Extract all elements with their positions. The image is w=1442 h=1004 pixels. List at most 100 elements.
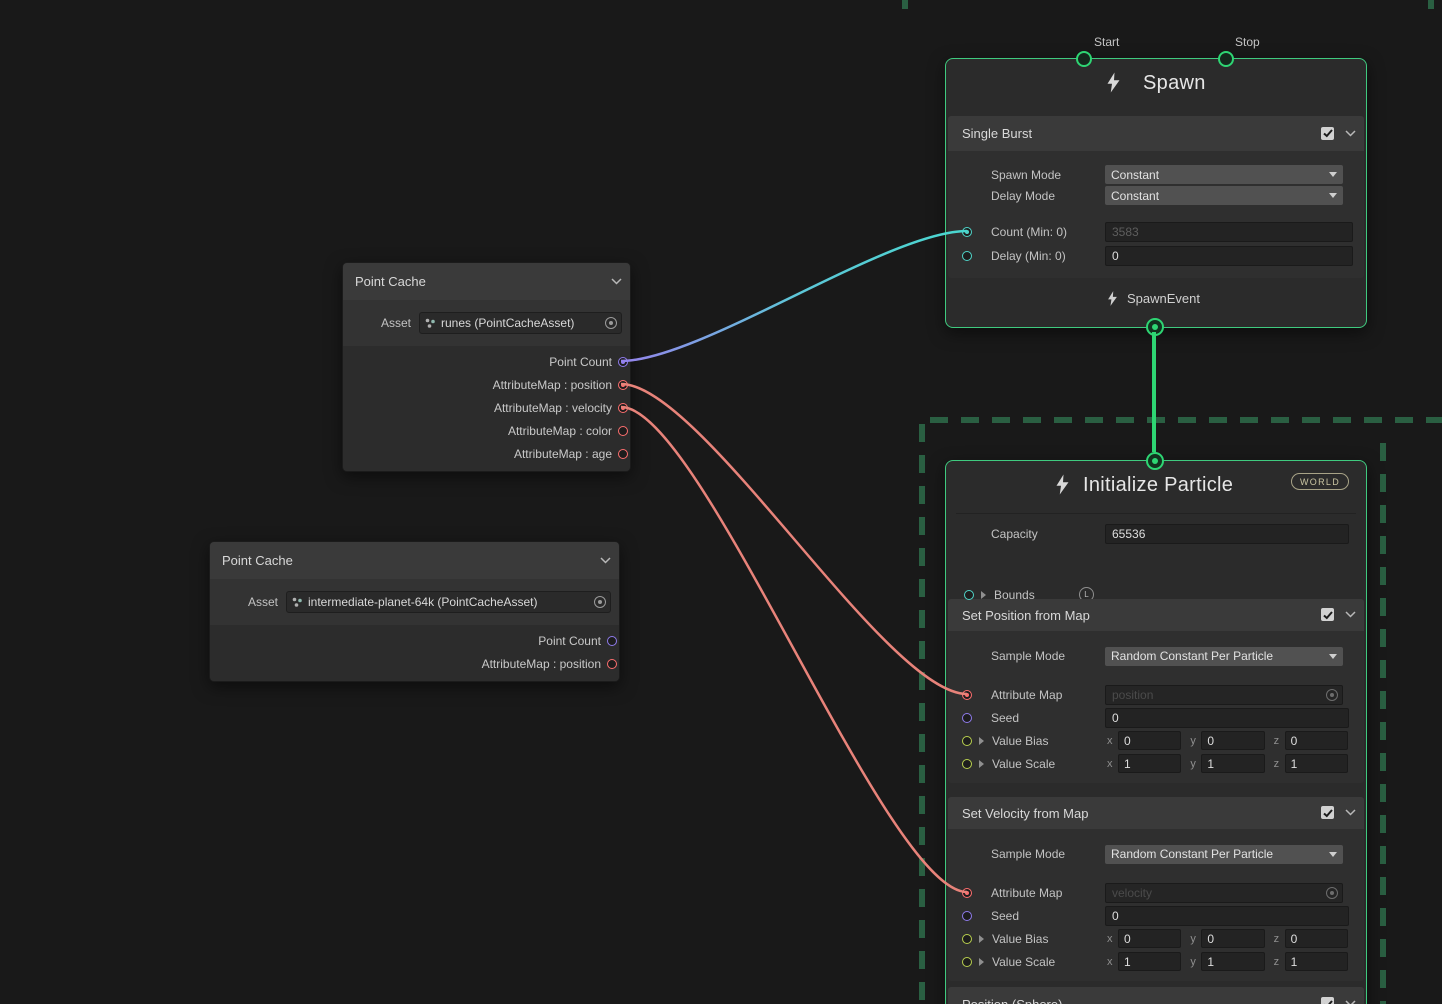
delay-mode-dropdown[interactable]: Constant	[1105, 186, 1343, 205]
x-field[interactable]: 1	[1118, 754, 1181, 773]
sample-mode-dropdown[interactable]: Random Constant Per Particle	[1105, 845, 1343, 864]
block-enabled-checkbox[interactable]	[1321, 806, 1334, 819]
capacity-field[interactable]: 65536	[1105, 524, 1349, 544]
asset-object-field[interactable]: runes (PointCacheAsset)	[419, 312, 622, 334]
value-bias-input-port[interactable]	[962, 736, 972, 746]
point-cache-planet-node[interactable]: Point Cache Asset intermediate-planet-64…	[209, 541, 620, 682]
z-field[interactable]: 0	[1285, 731, 1348, 750]
point-cache-runes-node[interactable]: Point Cache Asset runes (PointCacheAsset…	[342, 262, 631, 472]
node-title: Spawn	[1143, 72, 1206, 95]
block-enabled-checkbox[interactable]	[1321, 127, 1334, 140]
seed-input-port[interactable]	[962, 911, 972, 921]
point-cache-asset-icon	[424, 317, 436, 329]
spawn-context-node[interactable]: Start Stop Spawn Single Burst Spawn Mode…	[945, 58, 1367, 328]
collapse-chevron-icon[interactable]	[1345, 611, 1356, 618]
flow-input-stop-label: Stop	[1235, 35, 1260, 49]
attributemap-position-output-port[interactable]	[618, 380, 628, 390]
initialize-input-flow-port[interactable]	[1146, 452, 1164, 470]
output-row: AttributeMap : age	[343, 442, 630, 465]
count-row: Count (Min: 0) 3583	[948, 220, 1364, 244]
y-field[interactable]: 1	[1201, 952, 1264, 971]
value-scale-input-port[interactable]	[962, 759, 972, 769]
single-burst-block-header[interactable]: Single Burst	[948, 116, 1364, 151]
attribute-map-field[interactable]: velocity	[1105, 883, 1343, 903]
value-scale-row: Value Scale x1 y1 z1	[948, 950, 1364, 973]
z-field[interactable]: 1	[1285, 952, 1348, 971]
foldout-arrow-icon[interactable]	[979, 737, 984, 745]
foldout-arrow-icon[interactable]	[979, 958, 984, 966]
start-flow-port[interactable]	[1076, 51, 1092, 67]
y-field[interactable]: 1	[1201, 754, 1264, 773]
output-row: AttributeMap : color	[343, 419, 630, 442]
vfx-graph-canvas[interactable]: Point Cache Asset runes (PointCacheAsset…	[0, 0, 1442, 1004]
value-scale-input-port[interactable]	[962, 957, 972, 967]
z-field[interactable]: 1	[1285, 754, 1348, 773]
value-bias-row: Value Bias x0 y0 z0	[948, 729, 1364, 752]
spawn-mode-row: Spawn Mode Constant	[948, 164, 1364, 185]
set-velocity-from-map-block-header[interactable]: Set Velocity from Map	[948, 797, 1364, 829]
sample-mode-dropdown[interactable]: Random Constant Per Particle	[1105, 647, 1343, 666]
stop-flow-port[interactable]	[1218, 51, 1234, 67]
attribute-map-input-port[interactable]	[962, 690, 972, 700]
single-burst-block-body: Spawn Mode Constant Delay Mode Constant …	[948, 151, 1364, 278]
object-picker-icon[interactable]	[605, 317, 617, 329]
x-field[interactable]: 1	[1118, 952, 1181, 971]
output-port-list: Point Count AttributeMap : position Attr…	[343, 346, 630, 471]
delay-input-port[interactable]	[962, 251, 972, 261]
y-field[interactable]: 0	[1201, 929, 1264, 948]
foldout-arrow-icon[interactable]	[979, 935, 984, 943]
seed-input-port[interactable]	[962, 713, 972, 723]
spawn-mode-dropdown[interactable]: Constant	[1105, 165, 1343, 184]
checkmark-icon	[1322, 127, 1334, 139]
value-bias-row: Value Bias x0 y0 z0	[948, 927, 1364, 950]
z-field[interactable]: 0	[1285, 929, 1348, 948]
position-sphere-block-header[interactable]: Position (Sphere)	[948, 987, 1364, 1004]
node-header[interactable]: Point Cache	[210, 542, 619, 579]
collapse-chevron-icon[interactable]	[1345, 130, 1356, 137]
block-enabled-checkbox[interactable]	[1321, 997, 1334, 1004]
count-input-port[interactable]	[962, 227, 972, 237]
capacity-row: Capacity 65536	[946, 523, 1366, 545]
seed-field[interactable]: 0	[1105, 906, 1349, 926]
collapse-chevron-icon[interactable]	[1345, 1000, 1356, 1004]
attribute-map-input-port[interactable]	[962, 888, 972, 898]
foldout-arrow-icon[interactable]	[979, 760, 984, 768]
set-position-from-map-block-header[interactable]: Set Position from Map	[948, 599, 1364, 631]
count-field[interactable]: 3583	[1105, 222, 1353, 242]
point-count-output-port[interactable]	[607, 636, 617, 646]
object-picker-icon[interactable]	[594, 596, 606, 608]
delay-field[interactable]: 0	[1105, 246, 1353, 266]
foldout-arrow-icon[interactable]	[981, 591, 986, 599]
attributemap-position-output-port[interactable]	[607, 659, 617, 669]
node-title: Point Cache	[222, 553, 293, 568]
node-title: Point Cache	[355, 274, 426, 289]
value-bias-input-port[interactable]	[962, 934, 972, 944]
y-field[interactable]: 0	[1201, 731, 1264, 750]
delay-row: Delay (Min: 0) 0	[948, 244, 1364, 268]
bounds-input-port[interactable]	[964, 590, 974, 600]
asset-object-field[interactable]: intermediate-planet-64k (PointCacheAsset…	[286, 591, 611, 613]
attributemap-velocity-output-port[interactable]	[618, 403, 628, 413]
attributemap-color-output-port[interactable]	[618, 426, 628, 436]
output-row: AttributeMap : position	[210, 652, 619, 675]
node-header[interactable]: Point Cache	[343, 263, 630, 300]
lightning-icon	[1055, 474, 1070, 495]
collapse-chevron-icon[interactable]	[1345, 809, 1356, 816]
seed-row: Seed 0	[948, 706, 1364, 729]
object-picker-icon[interactable]	[1326, 887, 1338, 899]
point-count-output-port[interactable]	[618, 357, 628, 367]
output-port-list: Point Count AttributeMap : position	[210, 625, 619, 681]
spawn-output-flow-port[interactable]	[1146, 318, 1164, 336]
output-row: AttributeMap : velocity	[343, 396, 630, 419]
collapse-chevron-icon[interactable]	[611, 278, 622, 285]
collapse-chevron-icon[interactable]	[600, 557, 611, 564]
x-field[interactable]: 0	[1118, 929, 1181, 948]
attributemap-age-output-port[interactable]	[618, 449, 628, 459]
seed-field[interactable]: 0	[1105, 708, 1349, 728]
x-field[interactable]: 0	[1118, 731, 1181, 750]
space-badge[interactable]: WORLD	[1291, 473, 1349, 490]
initialize-particle-context-node[interactable]: Initialize Particle WORLD Capacity 65536…	[945, 460, 1367, 1004]
block-enabled-checkbox[interactable]	[1321, 608, 1334, 621]
attribute-map-field[interactable]: position	[1105, 685, 1343, 705]
object-picker-icon[interactable]	[1326, 689, 1338, 701]
